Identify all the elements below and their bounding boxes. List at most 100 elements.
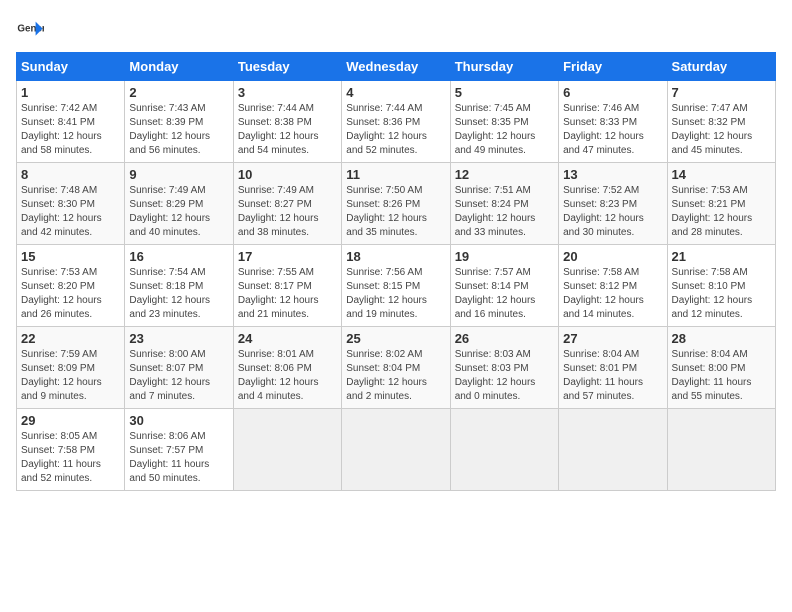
day-info: Sunrise: 7:44 AM Sunset: 8:38 PM Dayligh… — [238, 102, 337, 158]
day-number: 1 — [21, 85, 120, 100]
day-info: Sunrise: 7:56 AM Sunset: 8:15 PM Dayligh… — [346, 266, 445, 322]
day-info: Sunrise: 7:55 AM Sunset: 8:17 PM Dayligh… — [238, 266, 337, 322]
calendar-cell: 24 Sunrise: 8:01 AM Sunset: 8:06 PM Dayli… — [233, 327, 341, 409]
day-number: 28 — [672, 331, 771, 346]
day-number: 8 — [21, 167, 120, 182]
day-info: Sunrise: 7:42 AM Sunset: 8:41 PM Dayligh… — [21, 102, 120, 158]
calendar-cell: 12 Sunrise: 7:51 AM Sunset: 8:24 PM Dayli… — [450, 163, 558, 245]
logo: General — [16, 16, 48, 44]
day-number: 9 — [129, 167, 228, 182]
weekday-header-friday: Friday — [559, 53, 667, 81]
calendar-cell: 29Sunrise: 8:05 AM Sunset: 7:58 PM Dayli… — [17, 409, 125, 491]
day-number: 23 — [129, 331, 228, 346]
day-info: Sunrise: 7:47 AM Sunset: 8:32 PM Dayligh… — [672, 102, 771, 158]
day-number: 16 — [129, 249, 228, 264]
day-info: Sunrise: 7:50 AM Sunset: 8:26 PM Dayligh… — [346, 184, 445, 240]
calendar-week-2: 8 Sunrise: 7:48 AM Sunset: 8:30 PM Daylig… — [17, 163, 776, 245]
day-info: Sunrise: 8:00 AM Sunset: 8:07 PM Dayligh… — [129, 348, 228, 404]
day-info: Sunrise: 8:06 AM Sunset: 7:57 PM Dayligh… — [129, 430, 228, 486]
calendar-cell: 14Sunrise: 7:53 AM Sunset: 8:21 PM Dayli… — [667, 163, 775, 245]
day-info: Sunrise: 7:48 AM Sunset: 8:30 PM Dayligh… — [21, 184, 120, 240]
calendar-cell: 19Sunrise: 7:57 AM Sunset: 8:14 PM Dayli… — [450, 245, 558, 327]
calendar-cell — [342, 409, 450, 491]
weekday-header-tuesday: Tuesday — [233, 53, 341, 81]
day-number: 19 — [455, 249, 554, 264]
calendar-cell: 16 Sunrise: 7:54 AM Sunset: 8:18 PM Dayli… — [125, 245, 233, 327]
day-info: Sunrise: 7:49 AM Sunset: 8:29 PM Dayligh… — [129, 184, 228, 240]
day-number: 12 — [455, 167, 554, 182]
weekday-header-saturday: Saturday — [667, 53, 775, 81]
calendar-cell: 27 Sunrise: 8:04 AM Sunset: 8:01 PM Dayli… — [559, 327, 667, 409]
calendar-cell — [450, 409, 558, 491]
day-info: Sunrise: 7:43 AM Sunset: 8:39 PM Dayligh… — [129, 102, 228, 158]
calendar-cell: 6 Sunrise: 7:46 AM Sunset: 8:33 PM Daylig… — [559, 81, 667, 163]
calendar-cell: 23 Sunrise: 8:00 AM Sunset: 8:07 PM Dayli… — [125, 327, 233, 409]
calendar-cell: 20 Sunrise: 7:58 AM Sunset: 8:12 PM Dayli… — [559, 245, 667, 327]
calendar-cell: 10Sunrise: 7:49 AM Sunset: 8:27 PM Dayli… — [233, 163, 341, 245]
calendar-week-5: 29Sunrise: 8:05 AM Sunset: 7:58 PM Dayli… — [17, 409, 776, 491]
day-info: Sunrise: 7:54 AM Sunset: 8:18 PM Dayligh… — [129, 266, 228, 322]
day-number: 6 — [563, 85, 662, 100]
day-info: Sunrise: 8:04 AM Sunset: 8:00 PM Dayligh… — [672, 348, 771, 404]
calendar-table: SundayMondayTuesdayWednesdayThursdayFrid… — [16, 52, 776, 491]
day-number: 24 — [238, 331, 337, 346]
calendar-cell: 5 Sunrise: 7:45 AM Sunset: 8:35 PM Daylig… — [450, 81, 558, 163]
calendar-cell: 3Sunrise: 7:44 AM Sunset: 8:38 PM Daylig… — [233, 81, 341, 163]
calendar-cell: 11 Sunrise: 7:50 AM Sunset: 8:26 PM Dayli… — [342, 163, 450, 245]
weekday-header-wednesday: Wednesday — [342, 53, 450, 81]
day-number: 7 — [672, 85, 771, 100]
day-info: Sunrise: 7:58 AM Sunset: 8:10 PM Dayligh… — [672, 266, 771, 322]
calendar-cell: 18 Sunrise: 7:56 AM Sunset: 8:15 PM Dayli… — [342, 245, 450, 327]
day-info: Sunrise: 8:01 AM Sunset: 8:06 PM Dayligh… — [238, 348, 337, 404]
calendar-cell — [233, 409, 341, 491]
weekday-header-monday: Monday — [125, 53, 233, 81]
day-number: 14 — [672, 167, 771, 182]
weekday-header-row: SundayMondayTuesdayWednesdayThursdayFrid… — [17, 53, 776, 81]
calendar-cell: 9 Sunrise: 7:49 AM Sunset: 8:29 PM Daylig… — [125, 163, 233, 245]
day-number: 4 — [346, 85, 445, 100]
weekday-header-thursday: Thursday — [450, 53, 558, 81]
calendar-week-1: 1 Sunrise: 7:42 AM Sunset: 8:41 PM Daylig… — [17, 81, 776, 163]
day-number: 17 — [238, 249, 337, 264]
day-info: Sunrise: 8:02 AM Sunset: 8:04 PM Dayligh… — [346, 348, 445, 404]
calendar-cell: 21Sunrise: 7:58 AM Sunset: 8:10 PM Dayli… — [667, 245, 775, 327]
calendar-cell: 26 Sunrise: 8:03 AM Sunset: 8:03 PM Dayli… — [450, 327, 558, 409]
day-number: 26 — [455, 331, 554, 346]
calendar-cell: 30 Sunrise: 8:06 AM Sunset: 7:57 PM Dayli… — [125, 409, 233, 491]
day-info: Sunrise: 7:58 AM Sunset: 8:12 PM Dayligh… — [563, 266, 662, 322]
day-info: Sunrise: 7:45 AM Sunset: 8:35 PM Dayligh… — [455, 102, 554, 158]
day-info: Sunrise: 8:05 AM Sunset: 7:58 PM Dayligh… — [21, 430, 120, 486]
page-header: General — [16, 16, 776, 44]
day-number: 2 — [129, 85, 228, 100]
calendar-cell: 22 Sunrise: 7:59 AM Sunset: 8:09 PM Dayli… — [17, 327, 125, 409]
day-info: Sunrise: 8:03 AM Sunset: 8:03 PM Dayligh… — [455, 348, 554, 404]
weekday-header-sunday: Sunday — [17, 53, 125, 81]
calendar-cell: 28 Sunrise: 8:04 AM Sunset: 8:00 PM Dayli… — [667, 327, 775, 409]
calendar-cell — [559, 409, 667, 491]
day-info: Sunrise: 7:46 AM Sunset: 8:33 PM Dayligh… — [563, 102, 662, 158]
day-number: 11 — [346, 167, 445, 182]
calendar-cell: 25 Sunrise: 8:02 AM Sunset: 8:04 PM Dayli… — [342, 327, 450, 409]
calendar-cell: 8 Sunrise: 7:48 AM Sunset: 8:30 PM Daylig… — [17, 163, 125, 245]
day-info: Sunrise: 7:51 AM Sunset: 8:24 PM Dayligh… — [455, 184, 554, 240]
day-info: Sunrise: 7:44 AM Sunset: 8:36 PM Dayligh… — [346, 102, 445, 158]
day-number: 25 — [346, 331, 445, 346]
calendar-cell: 13 Sunrise: 7:52 AM Sunset: 8:23 PM Dayli… — [559, 163, 667, 245]
day-number: 22 — [21, 331, 120, 346]
calendar-cell: 15Sunrise: 7:53 AM Sunset: 8:20 PM Dayli… — [17, 245, 125, 327]
day-info: Sunrise: 7:52 AM Sunset: 8:23 PM Dayligh… — [563, 184, 662, 240]
day-number: 15 — [21, 249, 120, 264]
day-number: 13 — [563, 167, 662, 182]
day-number: 5 — [455, 85, 554, 100]
calendar-cell: 2 Sunrise: 7:43 AM Sunset: 8:39 PM Daylig… — [125, 81, 233, 163]
day-info: Sunrise: 7:59 AM Sunset: 8:09 PM Dayligh… — [21, 348, 120, 404]
calendar-week-3: 15Sunrise: 7:53 AM Sunset: 8:20 PM Dayli… — [17, 245, 776, 327]
day-number: 27 — [563, 331, 662, 346]
calendar-week-4: 22 Sunrise: 7:59 AM Sunset: 8:09 PM Dayli… — [17, 327, 776, 409]
logo-icon: General — [16, 16, 44, 44]
day-info: Sunrise: 8:04 AM Sunset: 8:01 PM Dayligh… — [563, 348, 662, 404]
day-number: 20 — [563, 249, 662, 264]
calendar-cell: 1 Sunrise: 7:42 AM Sunset: 8:41 PM Daylig… — [17, 81, 125, 163]
day-number: 30 — [129, 413, 228, 428]
day-number: 18 — [346, 249, 445, 264]
